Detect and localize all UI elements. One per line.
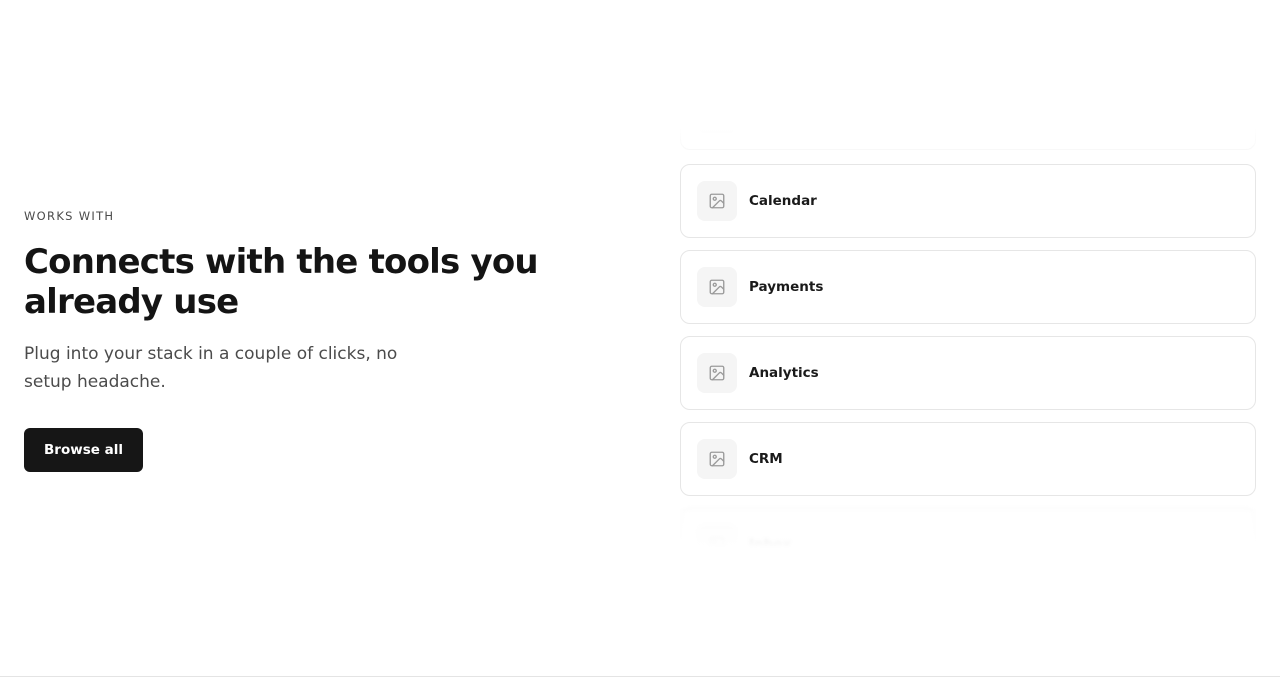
integration-card-partial-bottom: Inbox bbox=[680, 508, 1256, 548]
hero-subtitle: Plug into your stack in a couple of clic… bbox=[24, 344, 398, 392]
page-title: Connects with the tools you already use bbox=[24, 242, 539, 322]
image-placeholder-icon bbox=[697, 128, 737, 133]
hero-section: WORKS WITH Connects with the tools you a… bbox=[24, 208, 604, 472]
image-placeholder-icon bbox=[697, 181, 737, 221]
image-placeholder-icon bbox=[697, 267, 737, 307]
image-placeholder-icon bbox=[697, 353, 737, 393]
integration-label: Analytics bbox=[749, 365, 819, 381]
integration-card-partial-top bbox=[680, 128, 1256, 150]
image-placeholder-icon bbox=[697, 525, 737, 548]
integrations-list[interactable]: Calendar Payments Analytics CRM Inbox bbox=[680, 128, 1256, 548]
integration-card[interactable]: Analytics bbox=[680, 336, 1256, 410]
integration-card[interactable]: CRM bbox=[680, 422, 1256, 496]
integration-label: Calendar bbox=[749, 193, 817, 209]
browse-all-button[interactable]: Browse all bbox=[24, 428, 143, 472]
integration-card[interactable]: Calendar bbox=[680, 164, 1256, 238]
integration-card[interactable]: Payments bbox=[680, 250, 1256, 324]
image-placeholder-icon bbox=[697, 439, 737, 479]
integration-label: Inbox bbox=[749, 537, 792, 548]
integration-label: Payments bbox=[749, 279, 824, 295]
page: WORKS WITH Connects with the tools you a… bbox=[0, 0, 1280, 677]
eyebrow-label: WORKS WITH bbox=[24, 209, 115, 223]
integration-label: CRM bbox=[749, 451, 783, 467]
